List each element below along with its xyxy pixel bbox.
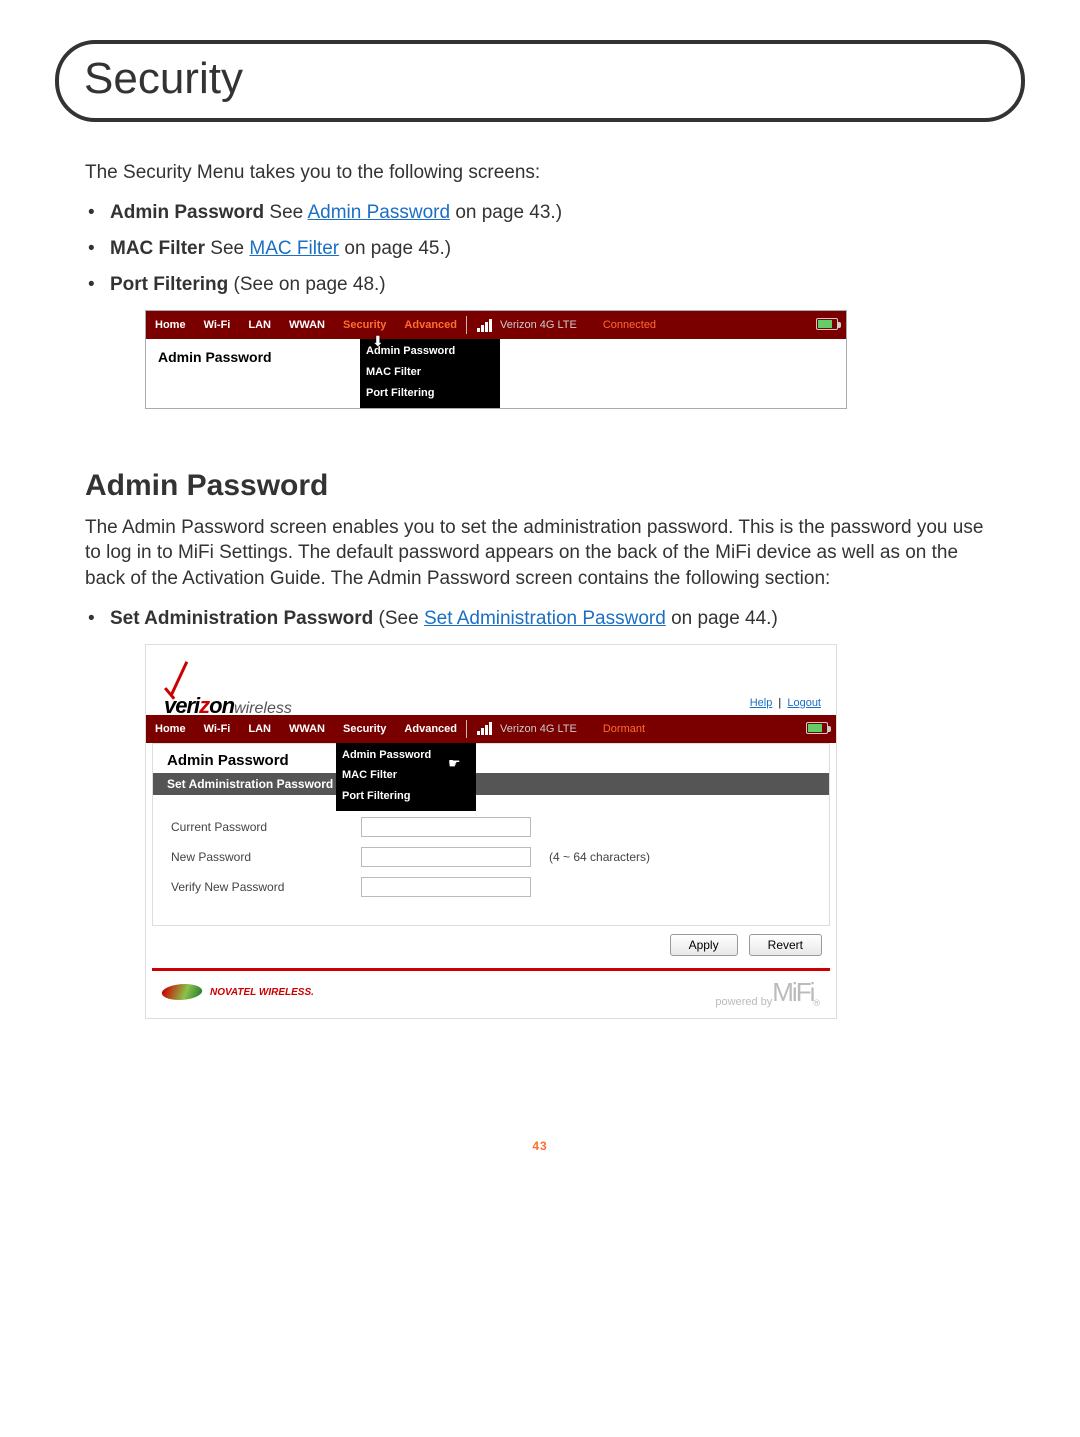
battery-icon [816, 318, 838, 330]
novatel-logo: NOVATEL WIRELESS. [162, 984, 314, 1000]
nav-bar: Home Wi-Fi LAN WWAN Security Advanced Ve… [146, 715, 836, 743]
novatel-text: NOVATEL WIRELESS. [210, 987, 314, 998]
nav-wifi[interactable]: Wi-Fi [195, 715, 240, 743]
menu-admin-password[interactable]: Admin Password [336, 745, 476, 766]
novatel-swoosh-icon [159, 984, 205, 1000]
nav-security[interactable]: Security [334, 311, 395, 339]
panel-title: Admin Password [153, 744, 829, 773]
label-current-password: Current Password [171, 820, 361, 834]
nav-wwan[interactable]: WWAN [280, 311, 334, 339]
revert-button[interactable]: Revert [749, 934, 822, 956]
signal-icon [477, 722, 492, 735]
page-number: 43 [55, 1139, 1025, 1153]
nav-advanced[interactable]: Advanced [395, 311, 466, 339]
link-set-admin-password[interactable]: Set Administration Password [424, 608, 666, 629]
item-bold: Set Administration Password [110, 608, 373, 629]
verizon-logo: verizonwireless [164, 655, 292, 709]
screenshot-admin-password: verizonwireless Help | Logout Home Wi-Fi… [145, 644, 837, 1019]
nav-lan[interactable]: LAN [239, 311, 280, 339]
nav-bar: Home Wi-Fi LAN WWAN Security Advanced Ve… [146, 311, 846, 339]
connection-status: Dormant [603, 723, 645, 735]
page-title: Security [84, 54, 996, 104]
signal-icon [477, 319, 492, 332]
security-dropdown: Admin Password MAC Filter Port Filtering [360, 339, 500, 408]
label-new-password: New Password [171, 850, 361, 864]
section-paragraph: The Admin Password screen enables you to… [85, 515, 995, 592]
verizon-check-icon [164, 655, 192, 695]
input-current-password[interactable] [361, 817, 531, 837]
list-item: Port Filtering (See on page 48.) [110, 274, 1025, 296]
screenshot-security-menu: Home Wi-Fi LAN WWAN Security Advanced Ve… [145, 310, 847, 409]
panel-title: Admin Password [146, 339, 360, 408]
nav-home[interactable]: Home [146, 311, 195, 339]
input-verify-password[interactable] [361, 877, 531, 897]
menu-mac-filter[interactable]: MAC Filter [360, 362, 500, 383]
sub-bullet-list: Set Administration Password (See Set Adm… [110, 608, 1025, 630]
panel-subhead: Set Administration Password [153, 773, 829, 795]
security-menu-list: Admin Password See Admin Password on pag… [110, 202, 1025, 296]
nav-home[interactable]: Home [146, 715, 195, 743]
list-item: Set Administration Password (See Set Adm… [110, 608, 1025, 630]
carrier-label: Verizon 4G LTE [500, 723, 577, 735]
menu-admin-password[interactable]: Admin Password [360, 341, 500, 362]
menu-mac-filter[interactable]: MAC Filter [336, 765, 476, 786]
nav-separator [466, 720, 467, 738]
link-mac-filter[interactable]: MAC Filter [249, 238, 339, 259]
battery-icon [806, 722, 828, 734]
button-bar: Apply Revert [146, 926, 836, 968]
footer: NOVATEL WIRELESS. powered by MiFi® [152, 968, 830, 1018]
status-area: Verizon 4G LTE Connected [473, 319, 664, 332]
menu-port-filtering[interactable]: Port Filtering [336, 786, 476, 807]
label-verify-password: Verify New Password [171, 880, 361, 894]
page-title-box: Security [55, 40, 1025, 122]
mifi-logo: powered by MiFi® [715, 977, 820, 1008]
nav-security[interactable]: Security [334, 715, 395, 743]
link-admin-password[interactable]: Admin Password [307, 202, 450, 223]
status-area: Verizon 4G LTE Dormant [473, 722, 653, 735]
shot2-header: verizonwireless Help | Logout [146, 645, 836, 715]
password-form: Current Password New Password (4 ~ 64 ch… [153, 795, 829, 925]
mifi-text: MiFi [772, 977, 813, 1008]
item-bold: Port Filtering [110, 274, 228, 295]
security-dropdown: Admin Password MAC Filter Port Filtering [336, 743, 476, 812]
nav-separator [466, 316, 467, 334]
help-link[interactable]: Help [750, 697, 773, 709]
section-heading: Admin Password [85, 469, 1025, 503]
list-item: Admin Password See Admin Password on pag… [110, 202, 1025, 224]
header-links: Help | Logout [747, 697, 824, 709]
carrier-label: Verizon 4G LTE [500, 319, 577, 331]
apply-button[interactable]: Apply [670, 934, 738, 956]
powered-by-text: powered by [715, 996, 772, 1008]
admin-password-panel: Admin Password Set Administration Passwo… [152, 743, 830, 926]
logout-link[interactable]: Logout [787, 697, 821, 709]
list-item: MAC Filter See MAC Filter on page 45.) [110, 238, 1025, 260]
input-new-password[interactable] [361, 847, 531, 867]
nav-advanced[interactable]: Advanced [395, 715, 466, 743]
nav-wifi[interactable]: Wi-Fi [195, 311, 240, 339]
intro-text: The Security Menu takes you to the follo… [85, 162, 1025, 184]
item-bold: MAC Filter [110, 238, 205, 259]
menu-port-filtering[interactable]: Port Filtering [360, 383, 500, 404]
connection-status: Connected [603, 319, 656, 331]
nav-wwan[interactable]: WWAN [280, 715, 334, 743]
item-bold: Admin Password [110, 202, 264, 223]
nav-lan[interactable]: LAN [239, 715, 280, 743]
hint-text: (4 ~ 64 characters) [549, 850, 650, 864]
